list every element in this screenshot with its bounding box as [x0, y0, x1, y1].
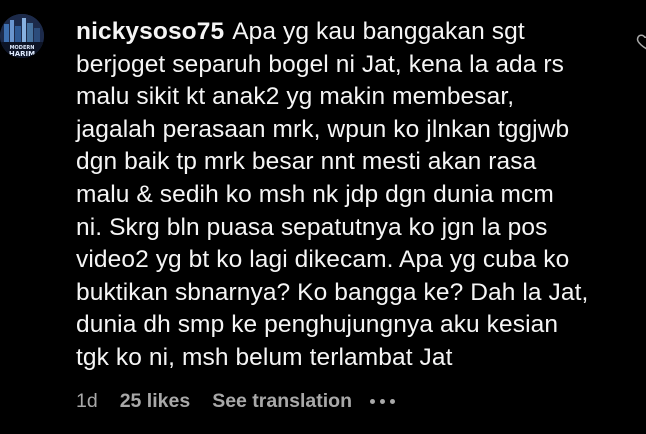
more-dot — [369, 398, 375, 404]
comment-username[interactable]: nickysoso75 — [76, 18, 224, 45]
more-horizontal-icon[interactable] — [369, 391, 395, 411]
comment-item: MODERN HARIM nickysoso75 Apa yg kau bangg… — [0, 0, 646, 434]
comment-body: nickysoso75 Apa yg kau banggakan sgt berj… — [76, 16, 596, 375]
avatar[interactable]: MODERN HARIM — [0, 14, 44, 58]
avatar-image: MODERN HARIM — [0, 14, 44, 58]
more-dot — [389, 398, 395, 404]
see-translation-button[interactable]: See translation — [212, 390, 352, 413]
heart-outline-icon[interactable] — [636, 31, 646, 51]
svg-text:HARIM: HARIM — [9, 50, 35, 58]
comment-text: Apa yg kau banggakan sgt berjoget separu… — [76, 18, 589, 371]
more-dot — [379, 398, 385, 404]
comment-likes[interactable]: 25 likes — [120, 390, 190, 413]
comment-age[interactable]: 1d — [76, 390, 98, 413]
comment-meta: 1d 25 likes See translation — [76, 386, 395, 416]
